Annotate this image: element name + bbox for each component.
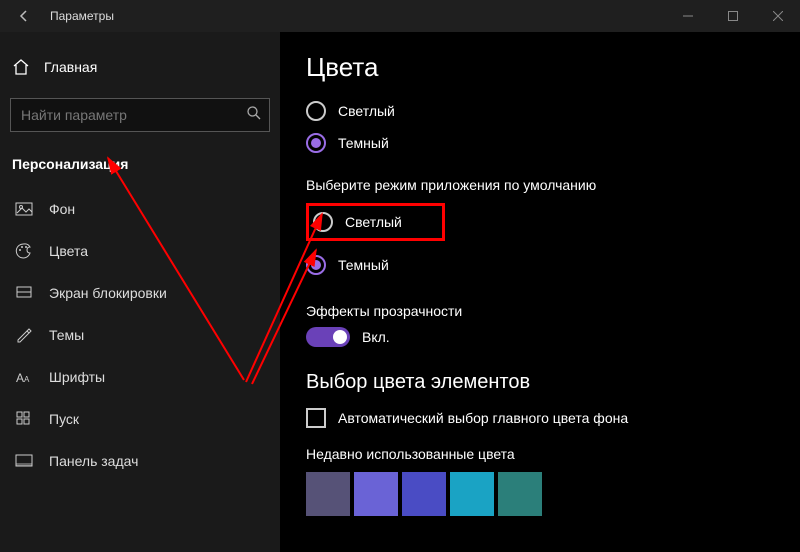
radio-icon — [306, 101, 326, 121]
minimize-button[interactable] — [665, 0, 710, 32]
sidebar-item-label: Экран блокировки — [49, 285, 167, 301]
sidebar-item-label: Пуск — [49, 411, 79, 427]
palette-icon — [15, 242, 33, 260]
checkbox-icon — [306, 408, 326, 428]
radio-label: Светлый — [338, 103, 395, 119]
sidebar-item-taskbar[interactable]: Панель задач — [0, 440, 280, 482]
sidebar-section-title: Персонализация — [0, 140, 280, 182]
app-mode-dark[interactable]: Темный — [306, 249, 774, 281]
taskbar-icon — [15, 452, 33, 470]
sidebar-item-label: Темы — [49, 327, 84, 343]
sidebar-item-label: Панель задач — [49, 453, 138, 469]
themes-icon — [15, 326, 33, 344]
sidebar-home-label: Главная — [44, 59, 97, 75]
radio-icon — [313, 212, 333, 232]
search-input[interactable] — [10, 98, 270, 132]
windows-mode-light[interactable]: Светлый — [306, 95, 774, 127]
svg-text:A: A — [16, 371, 24, 385]
page-title: Цвета — [306, 52, 774, 83]
sidebar-item-label: Шрифты — [49, 369, 105, 385]
lockscreen-icon — [15, 284, 33, 302]
arrow-left-icon — [17, 9, 31, 23]
windows-mode-dark[interactable]: Темный — [306, 127, 774, 159]
auto-accent-checkbox-row[interactable]: Автоматический выбор главного цвета фона — [306, 408, 774, 428]
checkbox-label: Автоматический выбор главного цвета фона — [338, 410, 628, 426]
fonts-icon: AA — [15, 368, 33, 386]
maximize-icon — [728, 11, 738, 21]
app-mode-light[interactable]: Светлый — [313, 210, 402, 234]
radio-icon — [306, 133, 326, 153]
start-icon — [15, 410, 33, 428]
sidebar: Главная Персонализация Фон Цвета Экран б… — [0, 32, 280, 552]
close-button[interactable] — [755, 0, 800, 32]
radio-label: Темный — [338, 257, 389, 273]
sidebar-item-colors[interactable]: Цвета — [0, 230, 280, 272]
toggle-state: Вкл. — [362, 329, 390, 345]
color-swatch[interactable] — [498, 472, 542, 516]
radio-label: Светлый — [345, 214, 402, 230]
accent-heading: Выбор цвета элементов — [306, 371, 774, 394]
sidebar-item-label: Цвета — [49, 243, 88, 259]
color-swatch[interactable] — [354, 472, 398, 516]
radio-icon — [306, 255, 326, 275]
sidebar-item-lockscreen[interactable]: Экран блокировки — [0, 272, 280, 314]
window-title: Параметры — [50, 9, 114, 23]
sidebar-home[interactable]: Главная — [0, 50, 280, 84]
transparency-label: Эффекты прозрачности — [306, 303, 774, 319]
sidebar-item-themes[interactable]: Темы — [0, 314, 280, 356]
sidebar-item-label: Фон — [49, 201, 75, 217]
color-swatch[interactable] — [306, 472, 350, 516]
radio-label: Темный — [338, 135, 389, 151]
app-mode-label: Выберите режим приложения по умолчанию — [306, 177, 774, 193]
sidebar-item-fonts[interactable]: AA Шрифты — [0, 356, 280, 398]
image-icon — [15, 200, 33, 218]
sidebar-item-background[interactable]: Фон — [0, 188, 280, 230]
minimize-icon — [683, 11, 693, 21]
annotation-highlight: Светлый — [306, 203, 445, 241]
color-swatch[interactable] — [402, 472, 446, 516]
transparency-toggle[interactable] — [306, 327, 350, 347]
close-icon — [773, 11, 783, 21]
content-area: Цвета Светлый Темный Выберите режим прил… — [280, 32, 800, 552]
recent-colors-row — [306, 472, 774, 516]
recent-colors-label: Недавно использованные цвета — [306, 446, 774, 462]
color-swatch[interactable] — [450, 472, 494, 516]
search-icon — [246, 105, 262, 124]
home-icon — [12, 58, 30, 76]
back-button[interactable] — [8, 0, 40, 32]
svg-text:A: A — [24, 375, 30, 384]
maximize-button[interactable] — [710, 0, 755, 32]
sidebar-item-start[interactable]: Пуск — [0, 398, 280, 440]
